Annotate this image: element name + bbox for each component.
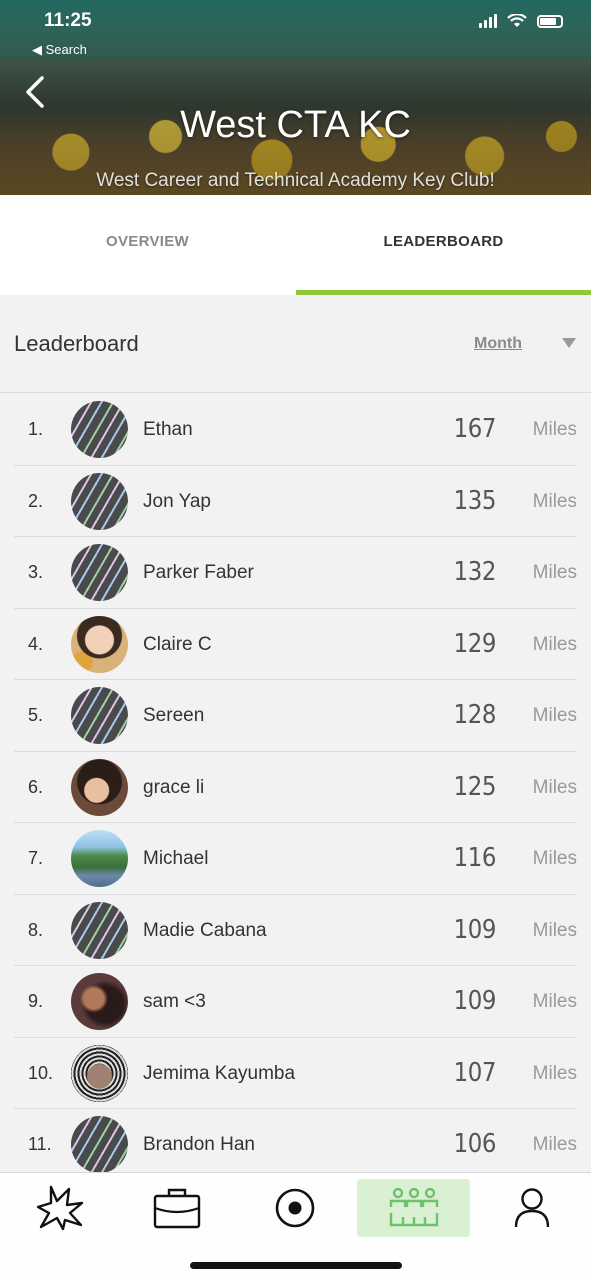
miles-unit: Miles (532, 633, 577, 655)
group-icon (389, 1187, 438, 1227)
avatar (71, 401, 128, 458)
member-name: Parker Faber (143, 562, 254, 583)
avatar (71, 830, 128, 887)
period-selector[interactable]: Month (474, 335, 522, 353)
miles-unit: Miles (532, 848, 577, 869)
rank: 2. (28, 490, 44, 511)
miles-value: 128 (453, 700, 497, 730)
miles-value: 167 (453, 414, 497, 444)
leaderboard-row[interactable]: 2. Jon Yap 135 Miles (14, 466, 577, 537)
leaderboard-row[interactable]: 3. Parker Faber 132 Miles (14, 537, 577, 609)
bottom-nav (0, 1172, 591, 1280)
leaderboard-row[interactable]: 5. Sereen 128 Miles (14, 680, 577, 752)
member-name: Jemima Kayumba (143, 1062, 296, 1084)
rank: 1. (28, 419, 44, 439)
miles-value: 129 (453, 628, 497, 659)
status-time: 11:25 (44, 10, 92, 31)
avatar (71, 1044, 128, 1102)
avatar (71, 687, 128, 744)
caret-down-icon[interactable] (562, 338, 576, 348)
miles-unit: Miles (532, 490, 577, 512)
miles-value: 132 (453, 557, 497, 587)
leaderboard-row[interactable]: 8. Madie Cabana 109 Miles (14, 895, 577, 966)
burst-icon (36, 1185, 84, 1231)
member-name: Brandon Han (143, 1134, 255, 1155)
leaderboard-list: 1. Ethan 167 Miles 2. Jon Yap 135 Miles … (0, 394, 591, 1181)
nav-briefcase[interactable] (142, 1179, 212, 1237)
leaderboard-header: Leaderboard Month (0, 295, 591, 393)
status-bar: 11:25 ◀ Search (0, 8, 591, 57)
member-name: Jon Yap (143, 490, 211, 512)
miles-unit: Miles (532, 991, 577, 1012)
miles-value: 106 (453, 1129, 497, 1159)
nav-profile[interactable] (497, 1179, 567, 1237)
miles-unit: Miles (532, 562, 577, 583)
tab-leaderboard-label: LEADERBOARD (383, 233, 504, 250)
leaderboard-row[interactable]: 10. Jemima Kayumba 107 Miles (14, 1038, 577, 1109)
header-banner: 11:25 ◀ Search West CTA KC West Career a… (0, 0, 591, 195)
avatar (71, 615, 128, 673)
miles-value: 109 (453, 914, 497, 945)
member-name: Madie Cabana (143, 919, 267, 941)
avatar (71, 901, 128, 959)
miles-value: 107 (453, 1057, 497, 1088)
rank: 9. (28, 991, 44, 1011)
leaderboard-row[interactable]: 4. Claire C 129 Miles (14, 609, 577, 680)
miles-value: 109 (453, 986, 497, 1016)
miles-value: 125 (453, 771, 497, 802)
home-indicator (190, 1262, 402, 1269)
club-subtitle: West Career and Technical Academy Key Cl… (96, 170, 495, 191)
member-name: Ethan (143, 419, 193, 440)
rank: 10. (28, 1062, 54, 1083)
rank: 8. (28, 919, 44, 940)
rank: 5. (28, 705, 44, 725)
signal-icon (479, 14, 497, 28)
avatar (71, 544, 128, 601)
status-icons (479, 14, 563, 28)
tab-overview[interactable]: OVERVIEW (0, 195, 295, 295)
wifi-icon (507, 14, 527, 27)
rank: 4. (28, 633, 44, 654)
member-name: Sereen (143, 705, 205, 726)
miles-unit: Miles (532, 1134, 577, 1155)
leaderboard-row[interactable]: 11. Brandon Han 106 Miles (14, 1109, 577, 1181)
status-back-link[interactable]: ◀ Search (32, 42, 87, 58)
member-name: sam <3 (143, 991, 206, 1012)
record-icon (275, 1188, 315, 1228)
leaderboard-row[interactable]: 6. grace li 125 Miles (14, 752, 577, 823)
miles-unit: Miles (532, 705, 577, 726)
miles-unit: Miles (532, 919, 577, 941)
avatar (71, 1116, 128, 1173)
battery-icon (537, 14, 563, 28)
nav-groups[interactable] (357, 1179, 470, 1237)
member-name: Claire C (143, 633, 212, 655)
leaderboard-row[interactable]: 9. sam <3 109 Miles (14, 966, 577, 1038)
rank: 6. (28, 776, 44, 797)
rank: 3. (28, 562, 44, 582)
miles-unit: Miles (532, 419, 577, 440)
tab-leaderboard[interactable]: LEADERBOARD (296, 195, 591, 295)
tab-bar: OVERVIEW LEADERBOARD (0, 195, 591, 295)
profile-icon (514, 1188, 550, 1228)
miles-unit: Miles (532, 1062, 577, 1084)
leaderboard-title: Leaderboard (14, 331, 139, 356)
leaderboard-row[interactable]: 7. Michael 116 Miles (14, 823, 577, 895)
avatar (71, 758, 128, 816)
member-name: Michael (143, 848, 209, 869)
avatar (71, 472, 128, 530)
nav-burst[interactable] (25, 1179, 95, 1237)
member-name: grace li (143, 776, 205, 798)
rank: 7. (28, 848, 44, 868)
avatar (71, 973, 128, 1030)
briefcase-icon (153, 1188, 201, 1229)
miles-value: 116 (453, 843, 497, 873)
miles-unit: Miles (532, 776, 577, 798)
miles-value: 135 (453, 485, 497, 516)
tab-overview-label: OVERVIEW (106, 233, 189, 250)
leaderboard-row[interactable]: 1. Ethan 167 Miles (14, 394, 577, 466)
club-title: West CTA KC (180, 104, 411, 146)
rank: 11. (28, 1134, 52, 1154)
nav-record[interactable] (260, 1179, 330, 1237)
